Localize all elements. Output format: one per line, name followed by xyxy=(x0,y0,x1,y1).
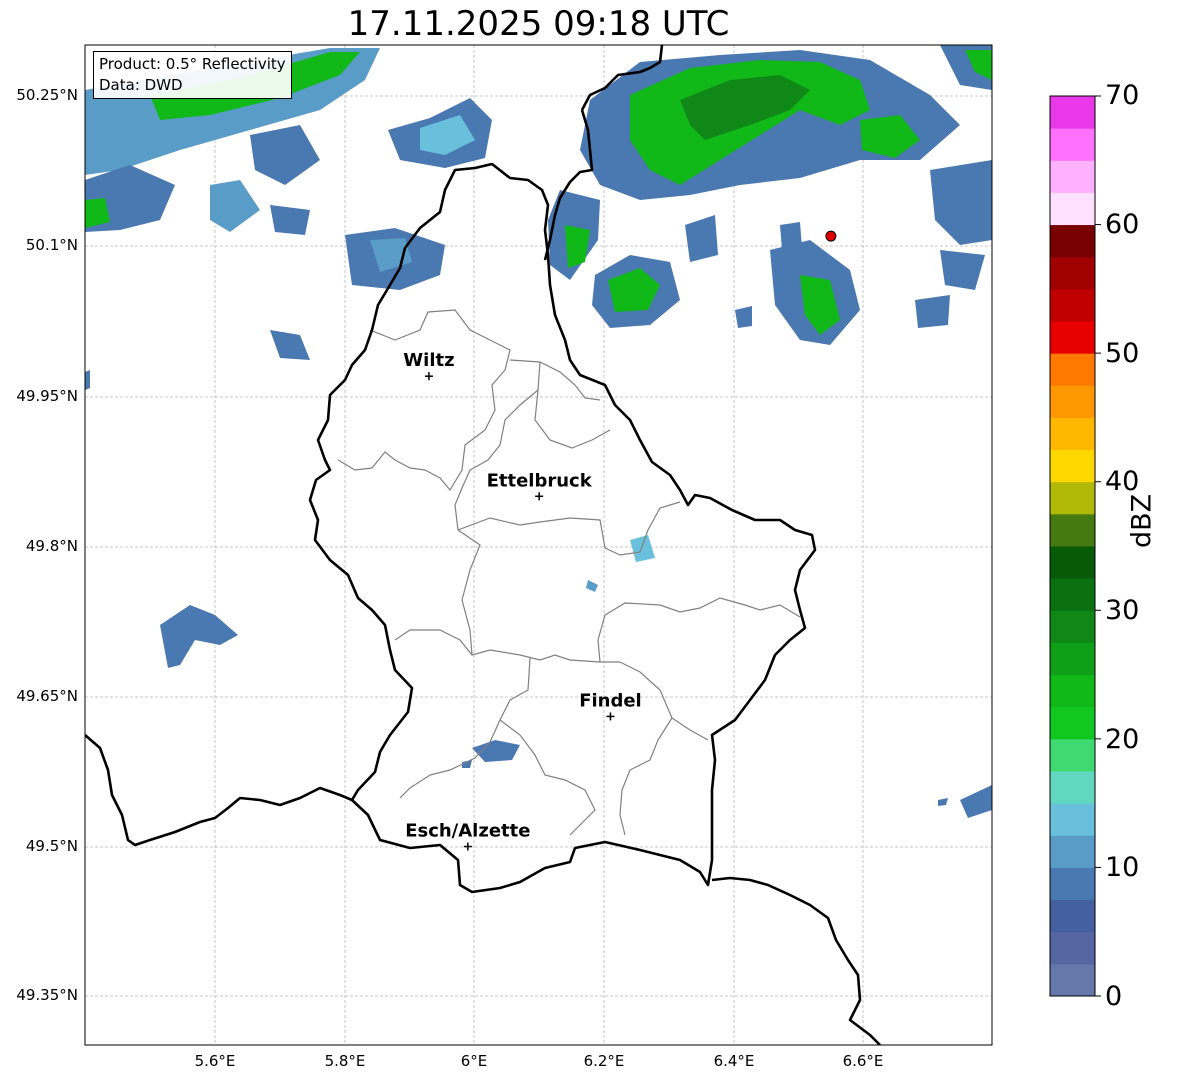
lon-tick-label: 6.4°E xyxy=(713,1052,755,1070)
colorbar-tick-label: 30 xyxy=(1105,595,1140,626)
data-source-label: Data: DWD xyxy=(99,76,183,94)
colorbar-segment xyxy=(1050,128,1095,161)
lon-tick-label: 6°E xyxy=(460,1052,488,1070)
colorbar-segment xyxy=(1050,931,1095,965)
colorbar-segment xyxy=(1050,449,1095,483)
colorbar-segment xyxy=(1050,192,1095,226)
colorbar-tick-label: 70 xyxy=(1105,80,1140,111)
radar-map[interactable]: Wiltz Ettelbruck Findel Esch/Alzette xyxy=(0,0,1184,1081)
colorbar-segment xyxy=(1050,546,1095,579)
lon-tick-label: 5.8°E xyxy=(324,1052,366,1070)
colorbar-tick-label: 60 xyxy=(1105,209,1140,240)
echo-ne xyxy=(915,295,950,328)
colorbar-segment xyxy=(1050,513,1095,547)
lon-tick-label: 6.6°E xyxy=(842,1052,884,1070)
product-label: Product: 0.5° Reflectivity xyxy=(99,55,286,73)
lat-tick-label: 49.65°N xyxy=(16,687,78,705)
colorbar-segment xyxy=(1050,610,1095,643)
lat-tick-label: 49.8°N xyxy=(25,537,78,555)
lat-tick-label: 49.35°N xyxy=(16,986,78,1004)
colorbar-segment xyxy=(1050,642,1095,676)
lat-tick-label: 49.95°N xyxy=(16,387,78,405)
colorbar-segment xyxy=(1050,160,1095,193)
echo-ne xyxy=(780,222,802,250)
colorbar-segment xyxy=(1050,417,1095,451)
colorbar-tick-label: 50 xyxy=(1105,338,1140,369)
colorbar-segment xyxy=(1050,385,1095,418)
lon-tick-label: 6.2°E xyxy=(583,1052,625,1070)
lat-tick-label: 50.1°N xyxy=(25,236,78,254)
colorbar-segment xyxy=(1050,771,1095,804)
lat-tick-label: 49.5°N xyxy=(25,837,78,855)
colorbar-segment xyxy=(1050,96,1095,129)
colorbar-segment xyxy=(1050,899,1095,933)
colorbar-segment xyxy=(1050,803,1095,836)
product-info-box: Product: 0.5° Reflectivity Data: DWD xyxy=(93,51,292,99)
echo-nw-band xyxy=(270,205,310,235)
colorbar-segment xyxy=(1050,353,1095,386)
echo-west xyxy=(85,370,90,390)
colorbar-segment xyxy=(1050,578,1095,611)
city-label: Findel xyxy=(579,690,642,711)
colorbar-tick-label: 20 xyxy=(1105,724,1140,755)
city-label: Esch/Alzette xyxy=(405,821,530,842)
colorbar-segment xyxy=(1050,835,1095,868)
colorbar-segment xyxy=(1050,288,1095,322)
colorbar-segment xyxy=(1050,481,1095,515)
colorbar-segment xyxy=(1050,224,1095,258)
colorbar-segment xyxy=(1050,867,1095,901)
colorbar-tick-label: 10 xyxy=(1105,852,1140,883)
colorbar-segment xyxy=(1050,256,1095,290)
radar-site-marker xyxy=(825,230,837,242)
lon-tick-label: 5.6°E xyxy=(194,1052,236,1070)
colorbar-segment xyxy=(1050,706,1095,740)
colorbar-segment xyxy=(1050,963,1095,997)
city-label: Ettelbruck xyxy=(487,470,593,491)
colorbar-scale xyxy=(1049,95,1101,997)
colorbar-segment xyxy=(1050,674,1095,708)
colorbar-tick-label: 40 xyxy=(1105,466,1140,497)
colorbar-tick-label: 0 xyxy=(1105,981,1123,1012)
colorbar-unit-label: dBZ xyxy=(1126,493,1158,548)
lat-tick-label: 50.25°N xyxy=(16,86,78,104)
city-label: Wiltz xyxy=(403,350,454,371)
colorbar-segment xyxy=(1050,321,1095,354)
colorbar-segment xyxy=(1050,738,1095,772)
